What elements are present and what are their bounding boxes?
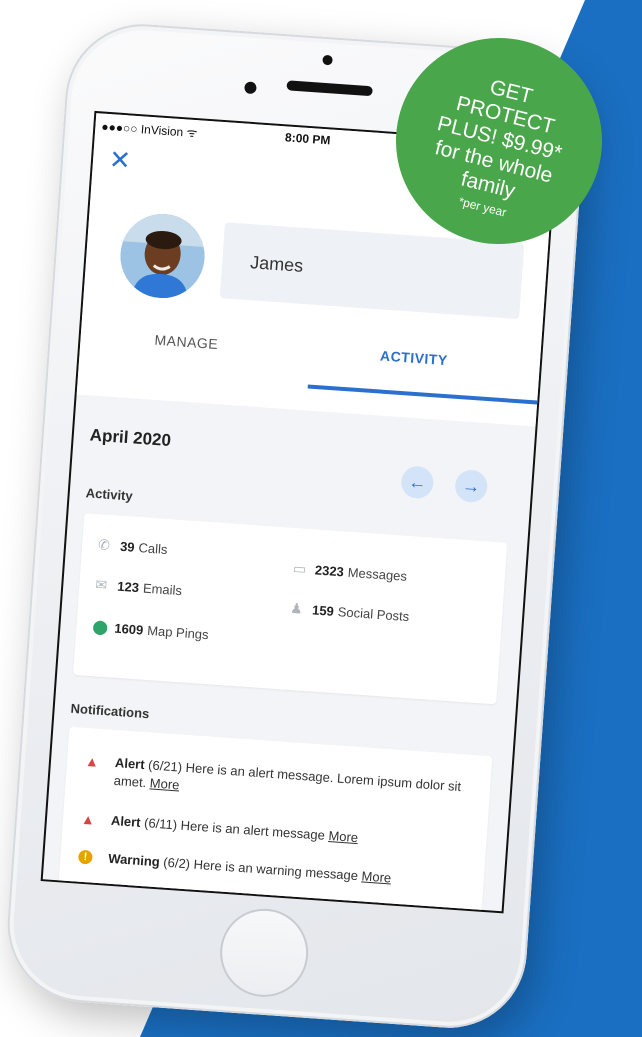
notification-type: Alert — [114, 754, 146, 773]
notification-type: Alert — [110, 812, 142, 830]
close-icon[interactable]: ✕ — [108, 144, 132, 175]
stat-map-pings: ⬤ 1609 Map Pings — [92, 618, 209, 643]
stat-social-posts: ♟ 159 Social Posts — [290, 600, 410, 625]
stat-label: Emails — [142, 580, 183, 599]
notification-item: ! Warning (6/2) Here is an warning messa… — [77, 848, 468, 893]
notification-date: (6/2) — [162, 854, 191, 872]
child-name: James — [249, 252, 304, 276]
more-link[interactable]: More — [149, 775, 180, 792]
previous-month-button[interactable]: ← — [400, 465, 435, 500]
notification-type: Warning — [107, 850, 161, 870]
phone-icon: ✆ — [97, 536, 111, 554]
arrow-right-icon: → — [461, 475, 481, 497]
notification-date: (6/21) — [147, 757, 183, 775]
stat-label: Social Posts — [337, 604, 410, 625]
message-icon: ▭ — [292, 559, 307, 577]
notification-item: ▲ Alert (6/21) Here is an alert message.… — [83, 752, 475, 815]
alert-icon: ▲ — [80, 810, 96, 828]
stat-value: 123 — [116, 578, 140, 596]
stat-label: Map Pings — [146, 622, 210, 643]
stat-label: Calls — [138, 540, 168, 558]
notification-item: ▲ Alert (6/11) Here is an alert message … — [80, 810, 470, 855]
stat-calls: ✆ 39 Calls — [98, 536, 168, 558]
stat-value: 2323 — [314, 562, 345, 580]
stat-emails: ✉ 123 Emails — [95, 576, 183, 599]
clock: 8:00 PM — [284, 130, 331, 148]
email-icon: ✉ — [94, 576, 108, 593]
more-link[interactable]: More — [361, 868, 392, 885]
alert-icon: ▲ — [84, 752, 100, 770]
stat-label: Messages — [347, 564, 408, 584]
notification-message: Here is an alert message — [180, 817, 326, 843]
notifications-card: ▲ Alert (6/21) Here is an alert message.… — [57, 726, 493, 914]
snapchat-icon: ♟ — [289, 599, 304, 617]
stat-value: 1609 — [113, 620, 144, 638]
month-title: April 2020 — [89, 425, 172, 451]
arrow-left-icon: ← — [407, 471, 428, 493]
next-month-button[interactable]: → — [454, 469, 489, 504]
more-link[interactable]: More — [328, 828, 359, 845]
stat-messages: ▭ 2323 Messages — [292, 559, 408, 585]
activity-section-label: Activity — [85, 485, 134, 504]
notification-date: (6/11) — [143, 815, 178, 833]
stat-value: 159 — [311, 602, 335, 619]
stat-value: 39 — [119, 538, 136, 555]
notifications-section-label: Notifications — [70, 700, 150, 722]
activity-card: ✆ 39 Calls ▭ 2323 Messages ✉ 123 Emails ♟ 159 So… — [73, 513, 508, 705]
notification-message: Here is an warning message — [193, 856, 359, 884]
map-pin-icon: ⬤ — [91, 618, 109, 636]
